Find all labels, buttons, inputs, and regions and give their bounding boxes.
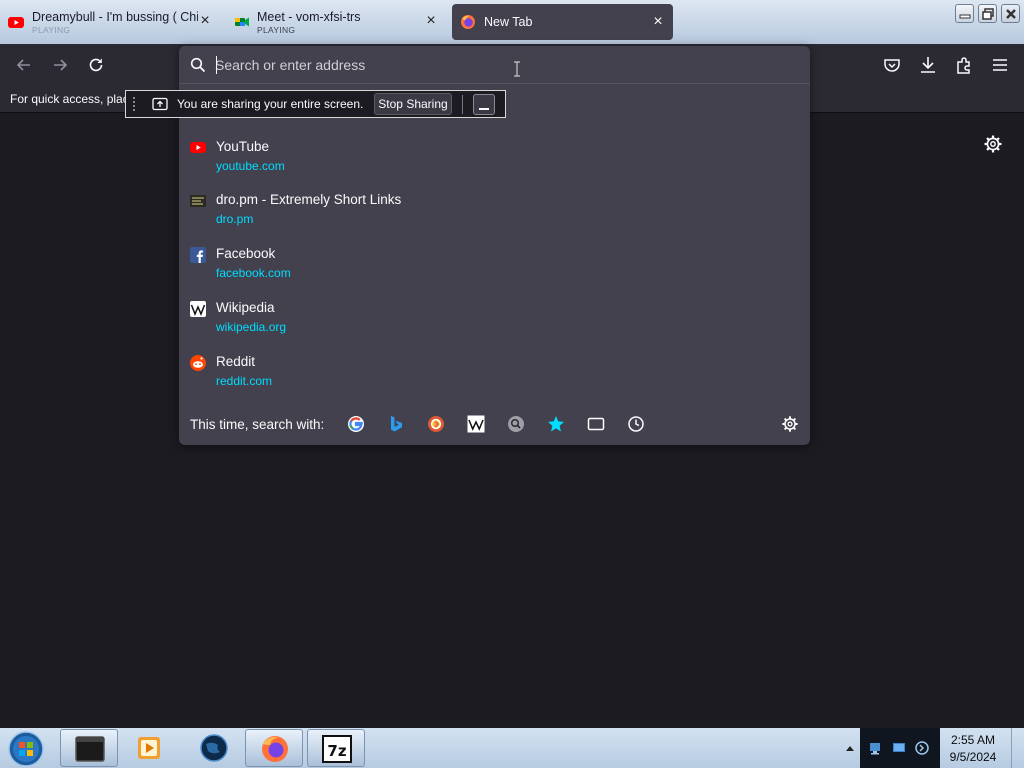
result-title: dro.pm - Extremely Short Links bbox=[216, 192, 402, 207]
wikipedia-icon[interactable] bbox=[467, 415, 485, 433]
youtube-icon bbox=[8, 17, 24, 28]
urlbar-input-row bbox=[179, 46, 810, 84]
close-window-button[interactable] bbox=[1001, 4, 1020, 23]
tab-playing-label: PLAYING bbox=[32, 25, 71, 35]
result-title: Facebook bbox=[216, 246, 276, 261]
search-engine-icon[interactable] bbox=[507, 415, 525, 433]
result-youtube[interactable]: YouTube youtube.com bbox=[179, 136, 810, 186]
volume-icon[interactable] bbox=[914, 740, 930, 756]
restore-icon bbox=[982, 8, 994, 20]
google-meet-icon bbox=[235, 17, 249, 27]
bookmarks-hint: For quick access, plac bbox=[10, 92, 129, 106]
minimize-icon bbox=[479, 108, 489, 110]
bookmarks-star-icon[interactable] bbox=[547, 415, 565, 433]
google-icon[interactable] bbox=[347, 415, 365, 433]
svg-text:7z: 7z bbox=[327, 742, 346, 760]
stop-sharing-button[interactable]: Stop Sharing bbox=[374, 93, 452, 115]
pocket-icon[interactable] bbox=[881, 54, 903, 76]
tab-new-tab[interactable]: New Tab × bbox=[452, 4, 673, 40]
text-cursor-icon bbox=[514, 61, 520, 77]
wikipedia-icon bbox=[190, 301, 206, 317]
downloads-icon[interactable] bbox=[917, 54, 939, 76]
clock-time[interactable]: 2:55 AM bbox=[941, 733, 1005, 747]
screen-share-icon bbox=[152, 97, 168, 111]
bing-icon[interactable] bbox=[387, 415, 405, 433]
tab-dreamybull[interactable]: Dreamybull - I'm bussing ( Chip PLAYING … bbox=[0, 4, 218, 40]
settings-gear-icon[interactable] bbox=[983, 134, 1003, 154]
media-player-icon bbox=[138, 737, 160, 759]
reddit-icon bbox=[190, 355, 206, 371]
one-off-label: This time, search with: bbox=[190, 417, 325, 432]
address-input[interactable] bbox=[215, 54, 775, 76]
taskbar-7zip[interactable]: 7z bbox=[307, 729, 365, 767]
tab-title: New Tab bbox=[484, 15, 533, 29]
taskbar-firefox[interactable] bbox=[245, 729, 303, 767]
minimize-button[interactable] bbox=[955, 4, 974, 23]
result-title: Reddit bbox=[216, 354, 256, 369]
tabs-icon[interactable] bbox=[587, 415, 605, 433]
globe-icon bbox=[200, 734, 228, 762]
dropm-icon bbox=[190, 195, 206, 207]
taskbar-media-player[interactable] bbox=[120, 729, 178, 767]
tab-playing-label: PLAYING bbox=[257, 25, 296, 35]
result-title: YouTube bbox=[216, 139, 270, 154]
minimize-icon bbox=[959, 14, 971, 19]
system-tray bbox=[860, 728, 940, 768]
tab-title: Meet - vom-xfsi-trs bbox=[257, 10, 361, 24]
result-url: facebook.com bbox=[216, 266, 291, 280]
result-url: reddit.com bbox=[216, 374, 273, 388]
extensions-icon[interactable] bbox=[953, 54, 975, 76]
restore-button[interactable] bbox=[978, 4, 997, 23]
result-url: wikipedia.org bbox=[216, 320, 287, 334]
duckduckgo-icon[interactable] bbox=[427, 415, 445, 433]
result-url: youtube.com bbox=[216, 159, 285, 173]
youtube-icon bbox=[190, 142, 206, 153]
start-button[interactable] bbox=[5, 730, 47, 766]
one-off-search-bar: This time, search with: bbox=[179, 406, 810, 445]
taskbar-terminal[interactable] bbox=[60, 729, 118, 767]
taskbar: 7z 2:55 AM 9/5/2024 bbox=[0, 728, 1024, 768]
firefox-icon bbox=[262, 736, 288, 762]
result-dropm[interactable]: dro.pm - Extremely Short Links dro.pm bbox=[179, 189, 810, 239]
tab-title: Dreamybull - I'm bussing ( Chip bbox=[32, 10, 198, 24]
show-hidden-icons-icon[interactable] bbox=[845, 744, 855, 752]
terminal-icon bbox=[75, 736, 105, 762]
search-settings-gear-icon[interactable] bbox=[781, 415, 799, 433]
result-facebook[interactable]: Facebook facebook.com bbox=[179, 243, 810, 293]
result-wikipedia[interactable]: Wikipedia wikipedia.org bbox=[179, 297, 810, 347]
tab-meet[interactable]: Meet - vom-xfsi-trs PLAYING × bbox=[226, 4, 446, 40]
divider bbox=[462, 95, 463, 114]
close-icon bbox=[1006, 9, 1016, 19]
7zip-icon: 7z bbox=[322, 735, 352, 763]
history-icon[interactable] bbox=[627, 415, 645, 433]
result-url: dro.pm bbox=[216, 212, 254, 226]
result-reddit[interactable]: Reddit reddit.com bbox=[179, 351, 810, 401]
firefox-icon bbox=[461, 15, 475, 29]
show-desktop-button[interactable] bbox=[1011, 728, 1024, 768]
forward-icon[interactable] bbox=[49, 54, 71, 76]
clock-date[interactable]: 9/5/2024 bbox=[941, 750, 1005, 764]
tab-close-button[interactable]: × bbox=[422, 12, 440, 30]
drag-handle[interactable] bbox=[133, 97, 135, 111]
screen-sharing-indicator: You are sharing your entire screen. Stop… bbox=[125, 90, 506, 118]
text-caret bbox=[216, 56, 217, 74]
network-icon[interactable] bbox=[868, 740, 884, 756]
sharing-status-text: You are sharing your entire screen. bbox=[177, 97, 364, 111]
menu-icon[interactable] bbox=[989, 54, 1011, 76]
result-title: Wikipedia bbox=[216, 300, 275, 315]
tab-close-button[interactable]: × bbox=[649, 13, 667, 31]
back-icon[interactable] bbox=[13, 54, 35, 76]
tab-strip: Dreamybull - I'm bussing ( Chip PLAYING … bbox=[0, 0, 1024, 44]
taskbar-globe[interactable] bbox=[185, 729, 243, 767]
tab-close-button[interactable]: × bbox=[196, 12, 214, 30]
facebook-icon bbox=[190, 247, 206, 263]
reload-icon[interactable] bbox=[85, 54, 107, 76]
search-icon bbox=[190, 57, 206, 73]
action-center-icon[interactable] bbox=[891, 740, 907, 756]
minimize-indicator-button[interactable] bbox=[473, 94, 495, 115]
